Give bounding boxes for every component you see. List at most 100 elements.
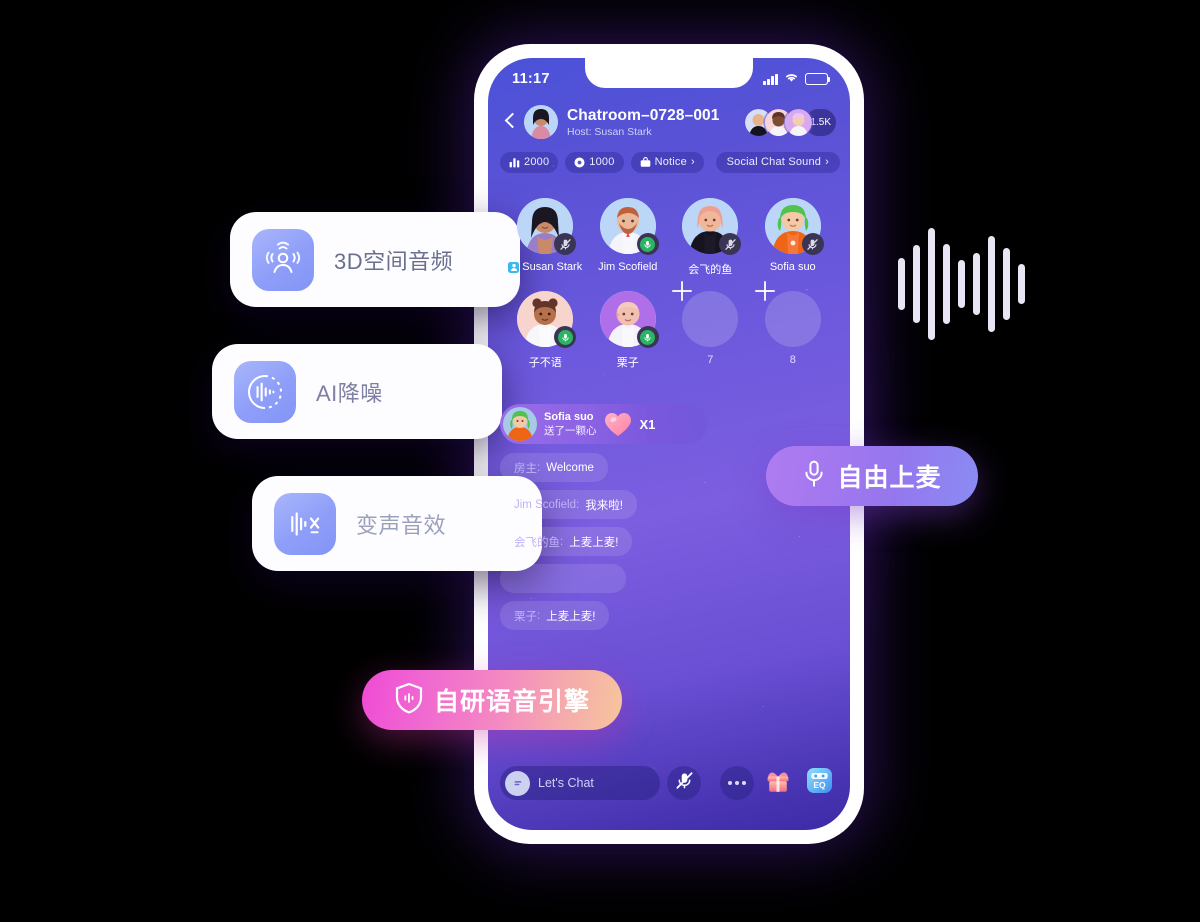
status-indicators	[763, 70, 831, 88]
gift-sender-name: Sofia suo	[544, 411, 594, 424]
status-time: 11:17	[512, 71, 550, 87]
room-host-label: Host: Susan Stark	[567, 125, 652, 138]
seat-2[interactable]: Jim Scofield	[587, 198, 670, 277]
chip-sound-label: Social Chat Sound	[726, 156, 822, 168]
feature-card-noise-reduction[interactable]: AI降噪	[212, 344, 502, 439]
chat-bubble-icon	[505, 770, 530, 796]
seat-3-name: 会飞的鱼	[688, 264, 733, 276]
more-options-button[interactable]	[720, 766, 754, 800]
seat-4-mic-badge[interactable]	[801, 233, 824, 255]
seat-8-add-slot[interactable]	[754, 281, 821, 347]
feature-card-label: 变声音效	[356, 512, 447, 538]
noise-reduction-icon	[234, 360, 296, 423]
chip-sound-arrow: ›	[825, 156, 829, 168]
waveform-bar-1	[898, 258, 905, 310]
rank-icon	[509, 157, 520, 168]
mic-muted-icon	[675, 771, 694, 795]
seat-5[interactable]: 子不语	[504, 291, 587, 370]
seat-3[interactable]: 会飞的鱼	[669, 198, 752, 277]
chat-sep: :	[537, 461, 541, 474]
mic-muted-icon	[805, 237, 820, 252]
chat-input-placeholder: Let's Chat	[538, 776, 594, 790]
room-header: Chatroom–0728–001 Host: Susan Stark 1.5K	[488, 96, 850, 144]
feature-card-spatial-audio[interactable]: 3D空间音频	[230, 212, 520, 307]
seat-7-add-slot[interactable]	[672, 281, 739, 347]
coin-icon	[574, 157, 585, 168]
chat-sep: :	[576, 498, 580, 511]
gift-action-text: 送了一颗心	[544, 424, 597, 437]
chips-row: 2000 1000 Notice › Social Chat Sound ›	[488, 144, 850, 176]
seat-6-mic-badge[interactable]	[636, 326, 659, 348]
gift-button[interactable]	[761, 766, 795, 800]
eq-button[interactable]: EQ	[802, 766, 836, 800]
chat-body: 上麦上麦!	[546, 610, 596, 623]
chat-from: 房主	[514, 462, 537, 475]
battery-icon	[805, 73, 831, 85]
chip-notice[interactable]: Notice ›	[630, 151, 704, 173]
seat-2-name-row: Jim Scofield	[598, 261, 657, 273]
mic-muted-icon	[558, 237, 573, 252]
seat-4-name: Sofia suo	[769, 261, 816, 273]
mic-active-icon	[557, 329, 573, 345]
gift-banner[interactable]: Sofia suo 送了一颗心 X1	[500, 404, 708, 444]
seat-8[interactable]: 8	[752, 281, 835, 370]
chat-from: 栗子	[514, 610, 537, 623]
chip-coin[interactable]: 1000	[565, 151, 624, 173]
mic-active-icon	[640, 329, 656, 345]
chevron-left-icon[interactable]	[500, 111, 522, 133]
wifi-icon	[784, 70, 799, 88]
gift-multiplier: X1	[639, 416, 656, 432]
svg-text:EQ: EQ	[813, 780, 826, 790]
chat-body: 我来啦!	[585, 499, 623, 512]
member-strip[interactable]: 1.5K	[745, 108, 836, 136]
seat-6-name-row: 栗子	[617, 354, 639, 370]
seat-5-name-row: 子不语	[529, 354, 562, 370]
seat-3-name-row: 会飞的鱼	[688, 261, 732, 277]
spatial-audio-icon	[252, 228, 314, 291]
seat-1[interactable]: Susan Stark	[504, 198, 587, 277]
badge-voice-engine[interactable]: 自研语音引擎	[362, 670, 622, 730]
seat-5-name: 子不语	[528, 357, 562, 369]
chip-social-chat-sound[interactable]: Social Chat Sound ›	[715, 151, 840, 173]
chat-message: 会飞的鱼 : 上麦上麦!	[500, 527, 633, 556]
chat-body: 上麦上麦!	[569, 536, 619, 549]
chat-from: 会飞的鱼	[514, 536, 560, 549]
seat-7[interactable]: 7	[669, 281, 752, 370]
seat-2-mic-badge[interactable]	[636, 233, 659, 255]
waveform-bar-5	[958, 260, 965, 308]
seat-grid: Susan Stark Jim Scofield 会飞的鱼 Sofia suo …	[488, 176, 850, 370]
waveform-bar-9	[1018, 264, 1025, 304]
badge-voice-engine-label: 自研语音引擎	[433, 688, 590, 716]
seat-2-name: Jim Scofield	[598, 261, 658, 273]
seat-4-name-row: Sofia suo	[770, 261, 816, 273]
chat-input[interactable]: Let's Chat	[500, 766, 660, 800]
feature-card-label: AI降噪	[316, 380, 383, 406]
phone-notch	[585, 58, 753, 88]
chip-rank[interactable]: 2000	[500, 151, 559, 173]
chat-from: Jim Scofield	[514, 498, 576, 511]
heart-gift-icon	[603, 411, 633, 437]
feature-card-label: 3D空间音频	[334, 248, 454, 274]
seat-4[interactable]: Sofia suo	[752, 198, 835, 277]
gift-box-icon	[763, 766, 793, 801]
chat-sep: :	[560, 535, 564, 548]
gift-text-block: Sofia suo 送了一颗心	[544, 411, 597, 437]
mic-active-icon	[640, 236, 656, 252]
seat-1-name-row: Susan Stark	[508, 261, 582, 273]
more-dots-icon	[727, 780, 747, 786]
waveform-bar-2	[913, 245, 920, 323]
room-title-block: Chatroom–0728–001 Host: Susan Stark	[567, 107, 745, 138]
microphone-icon	[802, 459, 826, 494]
seat-6[interactable]: 栗子	[587, 291, 670, 370]
host-flag-icon	[508, 261, 520, 273]
chat-message: 栗子 : 上麦上麦!	[500, 601, 610, 630]
chat-message: Jim Scofield : 我来啦!	[500, 490, 637, 519]
badge-free-mic[interactable]: 自由上麦	[766, 446, 978, 506]
host-avatar[interactable]	[524, 105, 558, 139]
gift-sender-avatar	[503, 407, 537, 441]
seat-1-name: Susan Stark	[522, 261, 583, 273]
mic-toggle-button[interactable]	[667, 766, 701, 800]
mic-muted-icon	[723, 237, 738, 252]
chat-message-occluded	[500, 564, 626, 593]
chip-notice-value: Notice	[654, 156, 687, 168]
